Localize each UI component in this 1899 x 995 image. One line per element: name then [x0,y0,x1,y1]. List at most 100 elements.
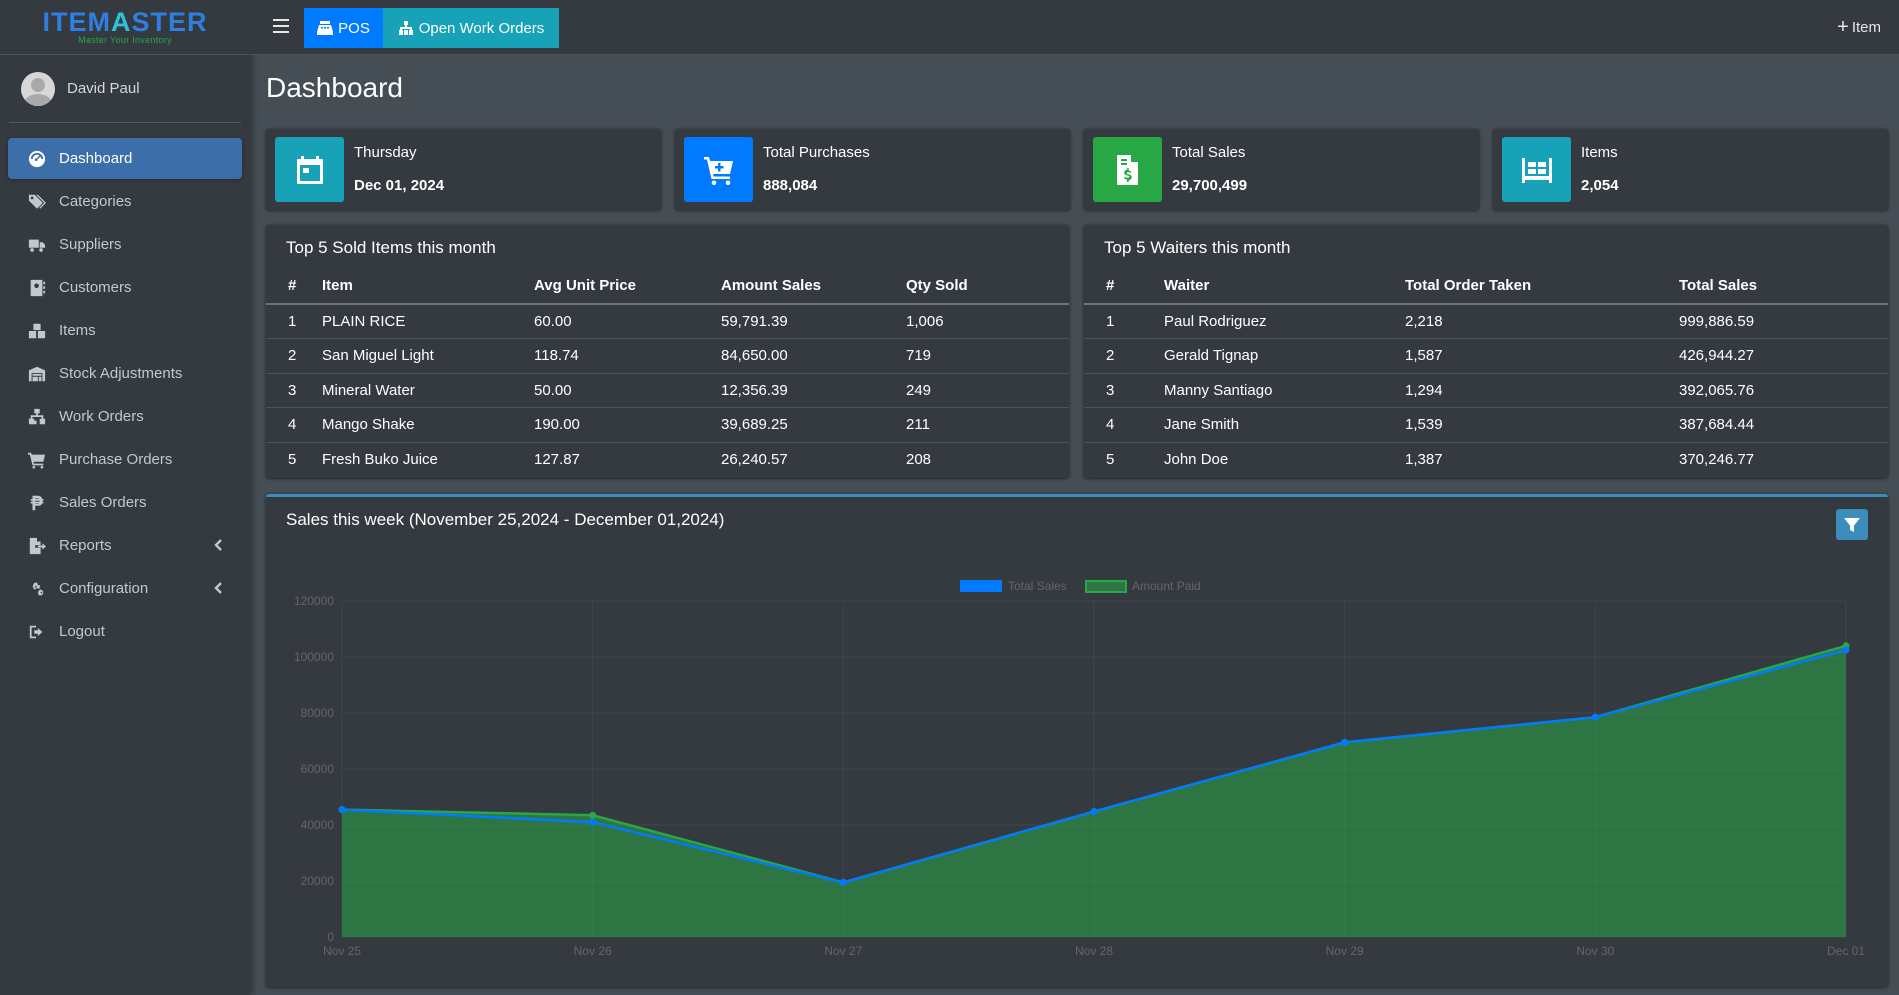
open-work-orders-button[interactable]: Open Work Orders [383,8,559,48]
chevron-left-icon[interactable] [212,581,226,595]
open-work-orders-label: Open Work Orders [418,19,545,37]
table-row: 2 San Miguel Light 118.74 84,650.00 719 [266,338,1069,373]
sidebar-item-purchase-orders[interactable]: Purchase Orders [8,439,242,480]
data-point [1591,713,1599,721]
x-tick-label: Nov 28 [1075,944,1113,958]
pos-button[interactable]: POS [304,8,383,48]
page-title: Dashboard [266,72,403,103]
table-cell: 60.00 [534,313,572,330]
table-cell: 26,240.57 [699,441,884,477]
sales-chart: 0 20000 40000 60000 80000 100000 120000 Nov 25 N… [294,579,1865,958]
x-tick-label: Nov 27 [824,944,862,958]
sidebar-item-logout[interactable]: Logout [8,611,242,652]
invoice-dollar-icon [1093,137,1162,202]
legend-swatch-amount-paid [1085,580,1127,593]
sidebar-item-label: Sales Orders [59,494,147,511]
sidebar-nav: Dashboard Categories Suppliers Customers… [0,138,250,652]
sidebar-item-categories[interactable]: Categories [8,181,242,222]
info-box-value: 29,700,499 [1172,177,1248,194]
sitemap-icon [26,407,48,427]
file-export-icon [26,536,48,556]
column-header: Total Sales [1657,268,1888,305]
column-header: # [1084,268,1142,305]
table-cell: 719 [884,338,1069,373]
calendar-icon [275,137,344,202]
table-cell: 59,791.39 [721,313,788,330]
table-cell: 127.87 [512,441,699,477]
info-box-label: Total Purchases [763,144,870,161]
table-row: 4 Mango Shake 190.00 39,689.25 211 [266,407,1069,442]
table-cell: 392,065.76 [1657,372,1888,408]
cogs-icon [26,579,48,599]
legend-swatch-total-sales [960,580,1002,592]
column-header: Avg Unit Price [512,268,699,305]
sidebar-item-reports[interactable]: Reports [8,525,242,566]
sidebar-item-configuration[interactable]: Configuration [8,568,242,609]
y-tick-label: 0 [327,930,334,944]
pallet-icon [1502,137,1571,202]
table-cell: Manny Santiago [1142,372,1383,408]
table-row: 1 PLAIN RICE 60.00 59,791.39 1,006 [266,304,1069,339]
table-cell: 2 [266,338,300,373]
user-name[interactable]: David Paul [67,80,140,97]
sidebar-item-label: Logout [59,623,105,640]
sitemap-icon [398,21,414,35]
sidebar-item-items[interactable]: Items [8,310,242,351]
tags-icon [26,192,48,212]
brand-tagline: Master Your Inventory [78,35,172,45]
sidebar-item-dashboard[interactable]: Dashboard [8,138,242,179]
info-box-total-sales: Total Sales 29,700,499 [1084,129,1479,210]
brand-name: ITEMASTER [42,7,208,37]
y-tick-label: 120000 [294,594,334,608]
legend-label-total-sales: Total Sales [1008,579,1067,593]
table-cell: Fresh Buko Juice [300,441,512,477]
table-cell: 1,294 [1383,372,1657,408]
table-row: 4 Jane Smith 1,539 387,684.44 [1084,407,1888,442]
sidebar-item-suppliers[interactable]: Suppliers [8,224,242,265]
column-header: # [266,268,300,305]
table-cell: Paul Rodriguez [1164,313,1267,330]
table-cell: 1,539 [1383,407,1657,442]
top-items-card: Top 5 Sold Items this month # Item Avg U… [266,225,1069,478]
sidebar-item-label: Suppliers [59,236,122,253]
sidebar-item-sales-orders[interactable]: Sales Orders [8,482,242,523]
table-cell: 370,246.77 [1657,441,1888,477]
x-tick-label: Nov 25 [323,944,361,958]
table-cell: Jane Smith [1142,407,1383,442]
info-box-label: Thursday [354,144,417,161]
sidebar-item-label: Dashboard [59,150,133,167]
info-box-value: 2,054 [1581,177,1619,194]
x-tick-label: Dec 01 [1827,944,1865,958]
sidebar-item-label: Stock Adjustments [59,365,183,382]
sidebar-item-customers[interactable]: Customers [8,267,242,308]
data-point [1090,808,1098,816]
add-item-button[interactable]: + Item [1837,17,1881,37]
sidebar-item-label: Items [59,322,96,339]
y-tick-label: 80000 [301,706,335,720]
chevron-left-icon[interactable] [212,538,226,552]
info-box-total-purchases: Total Purchases 888,084 [675,129,1070,210]
hamburger-menu-icon[interactable] [273,19,289,35]
brand-logo[interactable]: ITEMASTER Master Your Inventory [0,0,250,55]
sidebar-item-label: Customers [59,279,132,296]
user-panel[interactable]: David Paul [9,55,241,123]
boxes-icon [26,321,48,341]
table-cell: 999,886.59 [1679,313,1755,330]
table-cell: 84,650.00 [699,338,884,373]
table-cell: John Doe [1142,441,1383,477]
table-cell: 5 [1084,441,1142,477]
table-cell: Gerald Tignap [1142,338,1383,373]
table-cell: Mango Shake [300,407,512,442]
peso-icon [26,493,48,513]
sidebar-item-stock-adjustments[interactable]: Stock Adjustments [8,353,242,394]
table-row: 3 Manny Santiago 1,294 392,065.76 [1084,372,1888,408]
table-cell: 39,689.25 [699,407,884,442]
table-cell: 12,356.39 [699,372,884,408]
sidebar-item-work-orders[interactable]: Work Orders [8,396,242,437]
data-point [839,878,847,886]
sidebar-item-label: Work Orders [59,408,144,425]
add-item-label: Item [1851,18,1881,36]
avatar[interactable] [21,71,55,106]
table-row: 1 Paul Rodriguez 2,218 999,886.59 [1084,304,1888,339]
sidebar-item-label: Purchase Orders [59,451,173,468]
